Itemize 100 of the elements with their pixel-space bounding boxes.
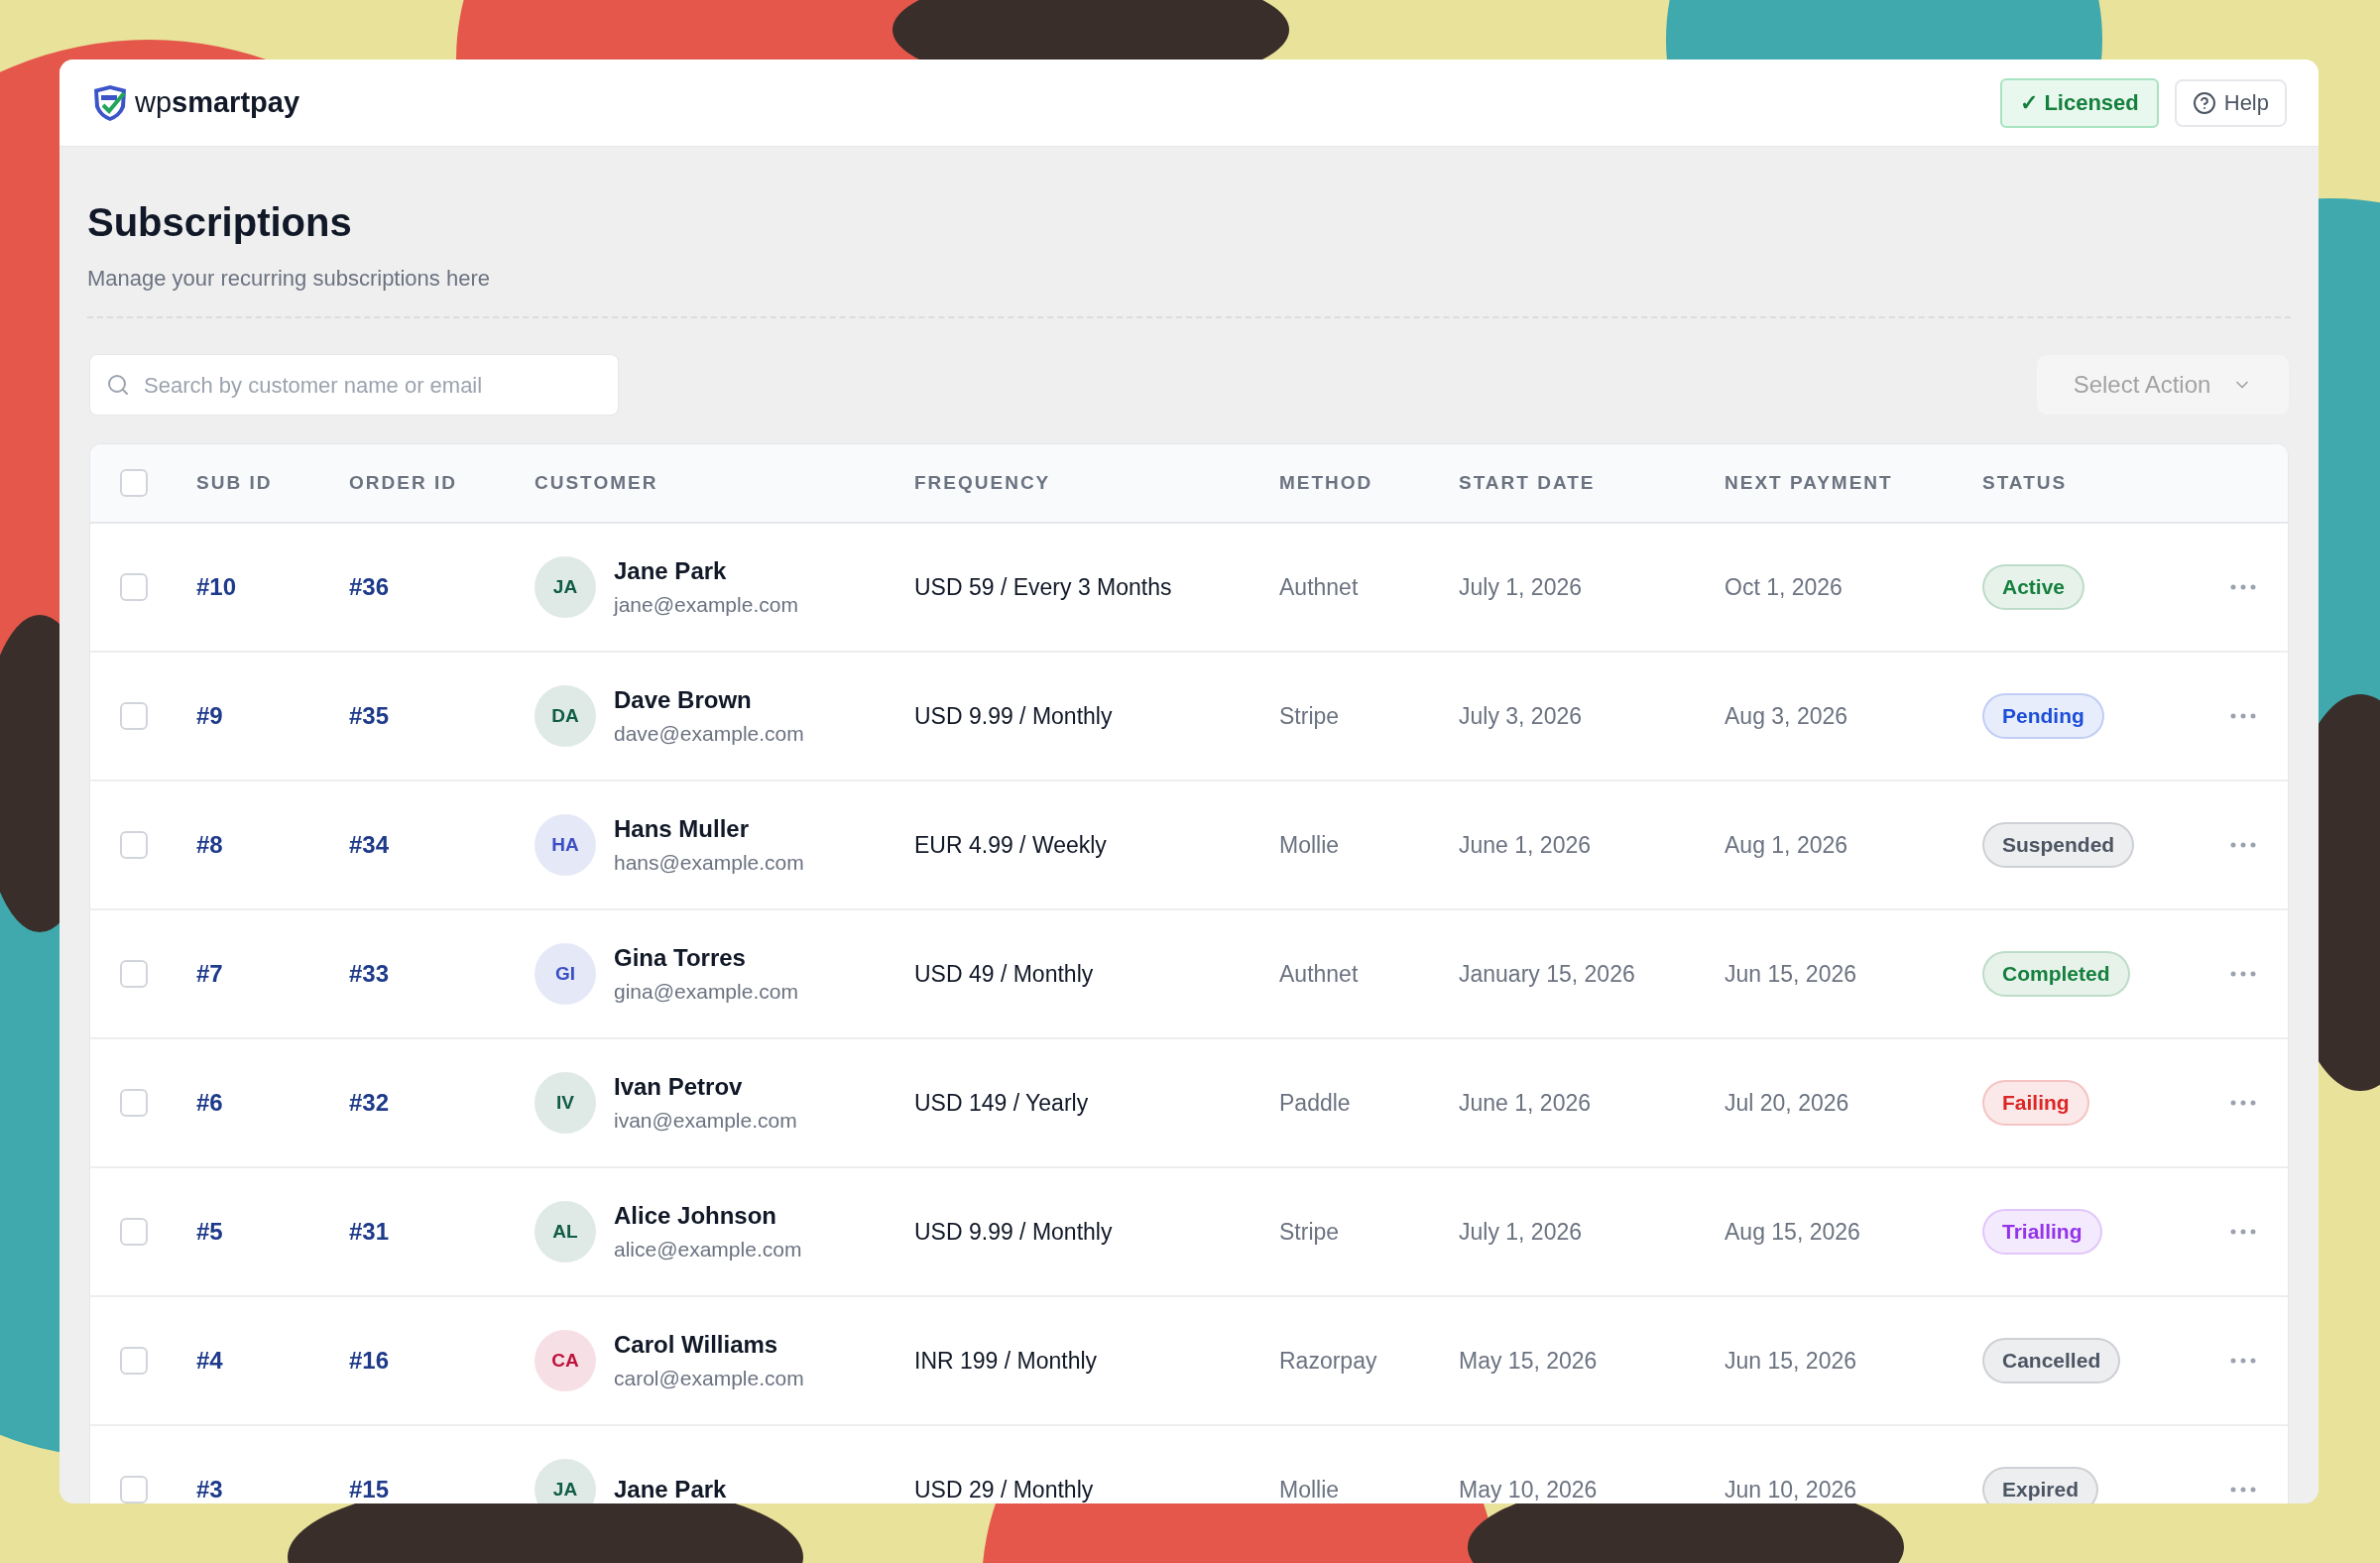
customer-email: carol@example.com <box>614 1366 804 1392</box>
more-icon <box>2230 842 2256 848</box>
status-badge: Cancelled <box>1982 1338 2121 1383</box>
more-options-button[interactable] <box>2230 1487 2256 1493</box>
order-id-link[interactable]: #36 <box>349 573 390 600</box>
method-text: Authnet <box>1279 573 1359 600</box>
column-header: METHOD <box>1279 471 1373 493</box>
checkbox[interactable] <box>120 1218 148 1246</box>
method-text: Razorpay <box>1279 1347 1377 1374</box>
help-button[interactable]: Help <box>2174 78 2287 127</box>
checkbox[interactable] <box>120 702 148 730</box>
frequency-text: USD 149 / Yearly <box>914 1089 1089 1116</box>
logo-icon <box>91 82 129 123</box>
start-date: January 15, 2026 <box>1459 960 1635 987</box>
start-date: July 3, 2026 <box>1459 702 1583 729</box>
sub-id-link[interactable]: #7 <box>196 960 223 987</box>
order-id-link[interactable]: #33 <box>349 960 390 987</box>
checkbox[interactable] <box>120 1476 148 1503</box>
next-payment-date: Oct 1, 2026 <box>1725 573 1843 600</box>
order-id-link[interactable]: #35 <box>349 702 390 729</box>
customer-name: Gina Torres <box>614 943 747 974</box>
checkbox[interactable] <box>120 469 148 497</box>
column-header: NEXT PAYMENT <box>1725 471 1893 493</box>
next-payment-date: Jun 10, 2026 <box>1725 1476 1856 1503</box>
avatar: JA <box>535 556 596 618</box>
avatar: GI <box>535 943 596 1005</box>
column-header: SUB ID <box>196 471 273 493</box>
next-payment-date: Aug 15, 2026 <box>1725 1218 1860 1245</box>
status-badge: Trialling <box>1982 1209 2102 1255</box>
method-text: Paddle <box>1279 1089 1351 1116</box>
customer-name: Dave Brown <box>614 685 753 716</box>
method-text: Stripe <box>1279 1218 1340 1245</box>
status-badge: Pending <box>1982 693 2104 739</box>
order-id-link[interactable]: #34 <box>349 831 390 858</box>
sub-id-link[interactable]: #9 <box>196 702 223 729</box>
more-options-button[interactable] <box>2230 1100 2256 1106</box>
more-options-button[interactable] <box>2230 584 2256 590</box>
method-text: Stripe <box>1279 702 1340 729</box>
sub-id-link[interactable]: #3 <box>196 1476 223 1503</box>
more-icon <box>2230 1487 2256 1493</box>
more-icon <box>2230 1100 2256 1106</box>
customer-email: dave@example.com <box>614 721 804 748</box>
status-badge: Active <box>1982 564 2085 610</box>
start-date: July 1, 2026 <box>1459 573 1583 600</box>
frequency-text: USD 9.99 / Monthly <box>914 1218 1113 1245</box>
status-badge: Expired <box>1982 1467 2099 1503</box>
frequency-text: INR 199 / Monthly <box>914 1347 1098 1374</box>
customer-email: gina@example.com <box>614 979 798 1006</box>
sub-id-link[interactable]: #5 <box>196 1218 223 1245</box>
more-options-button[interactable] <box>2230 971 2256 977</box>
customer-email: ivan@example.com <box>614 1108 797 1135</box>
column-header: STATUS <box>1982 471 2068 493</box>
more-icon <box>2230 584 2256 590</box>
column-header: FREQUENCY <box>914 471 1051 493</box>
customer-email: alice@example.com <box>614 1237 802 1263</box>
more-icon <box>2230 1358 2256 1364</box>
start-date: July 1, 2026 <box>1459 1218 1583 1245</box>
more-icon <box>2230 1229 2256 1235</box>
avatar: AL <box>535 1201 596 1262</box>
frequency-text: USD 59 / Every 3 Months <box>914 573 1172 600</box>
avatar: JA <box>535 1459 596 1503</box>
sub-id-link[interactable]: #4 <box>196 1347 223 1374</box>
frequency-text: USD 49 / Monthly <box>914 960 1094 987</box>
sub-id-link[interactable]: #6 <box>196 1089 223 1116</box>
customer-name: Carol Williams <box>614 1330 779 1361</box>
customer-name: Ivan Petrov <box>614 1072 744 1103</box>
more-options-button[interactable] <box>2230 1358 2256 1364</box>
sub-id-link[interactable]: #10 <box>196 573 237 600</box>
order-id-link[interactable]: #16 <box>349 1347 390 1374</box>
column-header: START DATE <box>1459 471 1596 493</box>
status-badge: Suspended <box>1982 822 2135 868</box>
avatar: HA <box>535 814 596 876</box>
order-id-link[interactable]: #31 <box>349 1218 390 1245</box>
more-options-button[interactable] <box>2230 842 2256 848</box>
checkbox[interactable] <box>120 1347 148 1375</box>
frequency-text: USD 29 / Monthly <box>914 1476 1094 1503</box>
checkbox[interactable] <box>120 831 148 859</box>
start-date: June 1, 2026 <box>1459 1089 1591 1116</box>
customer-name: Hans Muller <box>614 814 751 845</box>
search-input[interactable]: Search by customer name or email <box>144 368 602 402</box>
help-icon <box>2192 90 2216 115</box>
status-badge: Failing <box>1982 1080 2089 1126</box>
avatar: DA <box>535 685 596 747</box>
customer-name: Alice Johnson <box>614 1201 778 1232</box>
start-date: June 1, 2026 <box>1459 831 1591 858</box>
method-text: Mollie <box>1279 831 1340 858</box>
column-header: CUSTOMER <box>535 471 658 493</box>
checkbox[interactable] <box>120 573 148 601</box>
checkbox[interactable] <box>120 1089 148 1117</box>
next-payment-date: Jun 15, 2026 <box>1725 1347 1856 1374</box>
more-options-button[interactable] <box>2230 1229 2256 1235</box>
order-id-link[interactable]: #15 <box>349 1476 390 1503</box>
more-options-button[interactable] <box>2230 713 2256 719</box>
order-id-link[interactable]: #32 <box>349 1089 390 1116</box>
sub-id-link[interactable]: #8 <box>196 831 223 858</box>
next-payment-date: Jun 15, 2026 <box>1725 960 1856 987</box>
search-field[interactable]: Search by customer name or email <box>89 354 619 416</box>
checkbox[interactable] <box>120 960 148 988</box>
licensed-button[interactable]: ✓ Licensed <box>2000 77 2159 128</box>
brand-name: wpsmartpay <box>135 84 300 120</box>
